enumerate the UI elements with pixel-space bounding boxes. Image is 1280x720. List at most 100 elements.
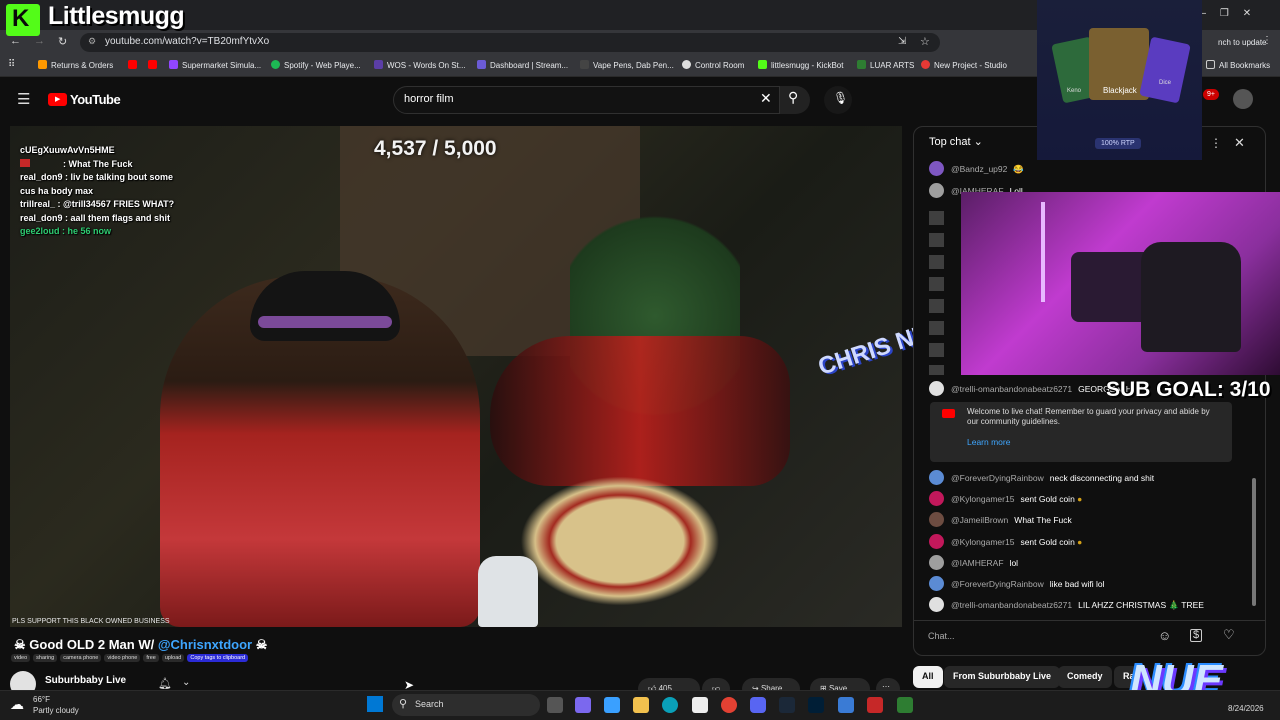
gold-coin-icon: ● <box>1077 494 1083 504</box>
account-avatar[interactable] <box>1233 89 1253 109</box>
apps-icon[interactable]: ⠿ <box>8 59 15 70</box>
motorbike <box>490 336 790 486</box>
star-icon[interactable]: ☆ <box>920 35 930 48</box>
update-button[interactable]: nch to update <box>1218 38 1266 47</box>
app-icon[interactable] <box>897 697 913 713</box>
emoji-icon[interactable]: ☺ <box>1158 628 1171 643</box>
support-text: PLS SUPPORT THIS BLACK OWNED BUSINESS <box>12 618 170 625</box>
weather-icon[interactable]: ☁ <box>10 696 24 713</box>
bookmark-dashboard[interactable]: Dashboard | Stream... <box>477 60 568 70</box>
menu-dots-icon[interactable]: ⋮ <box>1262 35 1272 46</box>
avatar <box>929 470 944 485</box>
control-room-icon <box>682 60 691 69</box>
casino-right-label: Dice <box>1159 80 1172 86</box>
search-value[interactable]: horror film <box>404 93 454 105</box>
avatar <box>929 597 944 612</box>
youtube-icon <box>942 409 955 418</box>
taskbar-search[interactable]: Search <box>392 694 540 716</box>
bookmark-luar[interactable]: LUAR ARTS <box>857 60 914 70</box>
bookmark-spotify[interactable]: Spotify - Web Playe... <box>271 60 361 70</box>
chip-comedy[interactable]: Comedy <box>1058 666 1112 688</box>
chat-message: @ForeverDyingRainbow like bad wifi lol <box>929 576 1105 591</box>
casino-widget: Keno Blackjack Dice 100% RTP <box>1037 0 1202 160</box>
app-icon[interactable] <box>867 697 883 713</box>
kick-icon <box>758 60 767 69</box>
task-view-icon[interactable] <box>547 697 563 713</box>
chat-menu-icon[interactable]: ⋮ <box>1210 136 1222 150</box>
gaming-chair <box>1141 242 1241 352</box>
bookmark-vape[interactable]: Vape Pens, Dab Pen... <box>580 60 674 70</box>
chat-message: @IAMHERAF lol <box>929 555 1018 570</box>
twitch-icon <box>169 60 178 69</box>
store-icon[interactable] <box>692 697 708 713</box>
bookmark-youtube[interactable] <box>128 60 141 70</box>
sub-goal: SUB GOAL: 3/10 <box>1106 378 1271 401</box>
chat-input[interactable]: Chat... <box>928 627 1148 647</box>
chevron-down-icon: ⌄ <box>973 136 983 148</box>
chat-scrollbar[interactable] <box>1252 478 1256 606</box>
overlay-line: gee2loud : he 56 now <box>20 226 112 236</box>
all-bookmarks[interactable]: All Bookmarks <box>1206 60 1270 70</box>
bookmark-wos[interactable]: WOS - Words On St... <box>374 60 466 70</box>
youtube-logo[interactable]: YouTube <box>70 92 121 107</box>
file-explorer-icon[interactable] <box>633 697 649 713</box>
super-chat-icon[interactable]: $ <box>1190 629 1203 642</box>
chrome-icon[interactable] <box>721 697 737 713</box>
bookmark-youtube-2[interactable] <box>148 60 161 70</box>
channel-name[interactable]: Suburbbaby Live <box>45 675 126 686</box>
steam-icon[interactable] <box>779 697 795 713</box>
chat-mode-dropdown[interactable]: Top chat ⌄ <box>929 135 983 148</box>
overlay-line: cUEgXuuwAvVn5HME <box>20 145 115 155</box>
bookmark-returns[interactable]: Returns & Orders <box>38 60 113 70</box>
photoshop-icon[interactable] <box>808 697 824 713</box>
close-chat-icon[interactable]: ✕ <box>1234 135 1245 151</box>
tag[interactable]: sharing <box>33 654 58 662</box>
bell-icon[interactable]: 🔔︎ <box>158 677 172 690</box>
install-icon[interactable]: ⇲ <box>898 36 906 47</box>
edge-icon[interactable] <box>662 697 678 713</box>
tag[interactable]: video <box>11 654 31 662</box>
amazon-icon <box>38 60 47 69</box>
weather-widget[interactable]: 66°F Partly cloudy <box>33 694 79 716</box>
notepad-icon[interactable] <box>838 697 854 713</box>
welcome-notice: Welcome to live chat! Remember to guard … <box>930 402 1232 462</box>
discord-icon[interactable] <box>750 697 766 713</box>
casino-label: Blackjack <box>1103 86 1137 95</box>
tag[interactable]: free <box>143 654 159 662</box>
copy-tags-button[interactable]: Copy tags to clipboard <box>187 654 249 662</box>
page-icon <box>580 60 589 69</box>
folder-icon <box>1206 60 1215 69</box>
chip-all[interactable]: All <box>913 666 943 688</box>
avatar <box>929 534 944 549</box>
avatar <box>929 576 944 591</box>
bookmark-control-room[interactable]: Control Room <box>682 60 744 70</box>
hamburger-menu-icon[interactable]: ☰ <box>17 90 30 108</box>
bottle <box>478 556 538 627</box>
skull-icon: ☠ <box>14 637 26 652</box>
chevron-down-icon[interactable]: ⌄ <box>182 677 190 688</box>
overlay-line: cus ha body max <box>20 185 94 196</box>
learn-more-link[interactable]: Learn more <box>967 437 1222 448</box>
chip-from-channel[interactable]: From Suburbbaby Live <box>944 666 1061 688</box>
play-triangle-icon: ▶ <box>55 96 61 103</box>
heart-icon[interactable]: ♡ <box>1223 627 1235 643</box>
tag[interactable]: camera phone <box>60 654 102 662</box>
rtp-badge: 100% RTP <box>1095 138 1141 149</box>
windows-start-icon[interactable] <box>367 696 383 712</box>
avatar <box>929 512 944 527</box>
tag-row: video sharing camera phone video phone f… <box>11 654 249 662</box>
search-icon: ⚲ <box>399 698 408 710</box>
taskbar-date: 8/24/2026 <box>1228 704 1264 713</box>
title-mention[interactable]: @Chrisnxtdoor <box>158 637 252 652</box>
bookmark-new-project[interactable]: New Project - Studio <box>921 60 1007 70</box>
avatar <box>929 381 944 396</box>
hat-band <box>258 316 392 328</box>
copilot-icon[interactable] <box>575 697 591 713</box>
bookmark-kickbot[interactable]: littlesmugg - KickBot <box>758 60 843 70</box>
app-icon[interactable] <box>604 697 620 713</box>
tag[interactable]: upload <box>161 654 185 662</box>
tag[interactable]: video phone <box>104 654 141 662</box>
window-controls[interactable]: — ❐ ✕ <box>1196 8 1251 19</box>
clear-search-icon[interactable]: ✕ <box>760 90 772 107</box>
bookmark-supermarket[interactable]: Supermarket Simula... <box>169 60 261 70</box>
